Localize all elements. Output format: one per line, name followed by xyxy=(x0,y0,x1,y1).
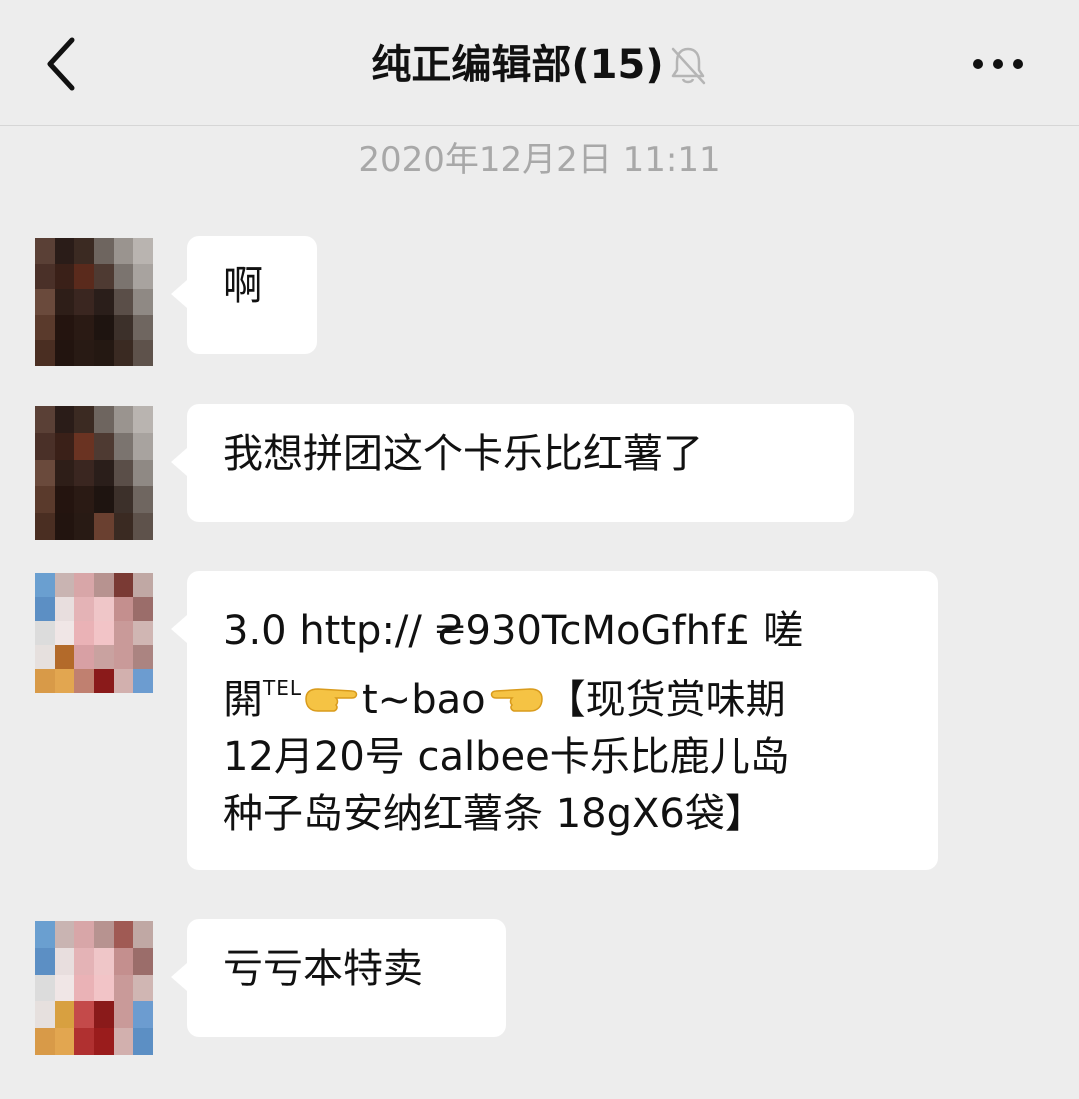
message-line: 3.0 http:// ₴930TcMoGfhf£ 嗟 xyxy=(223,608,804,654)
avatar[interactable] xyxy=(35,573,153,693)
bell-muted-icon xyxy=(671,47,705,85)
avatar[interactable] xyxy=(35,406,153,540)
more-options-button[interactable] xyxy=(966,44,1030,84)
avatar[interactable] xyxy=(35,238,153,366)
message-fragment: 閞 xyxy=(223,677,263,723)
member-count: (15) xyxy=(571,42,664,88)
avatar-image xyxy=(35,406,153,540)
avatar[interactable] xyxy=(35,921,153,1055)
message-bubble[interactable]: 亏亏本特卖 xyxy=(171,919,506,1037)
message-fragment: t~bao xyxy=(362,677,486,723)
message-line: 种子岛安纳红薯条 18gX6袋】 xyxy=(223,791,765,837)
avatar-image xyxy=(35,238,153,366)
message-bubble[interactable]: 我想拼团这个卡乐比红薯了 xyxy=(171,404,854,522)
avatar-image xyxy=(35,921,153,1055)
message-bubble[interactable]: 啊 xyxy=(171,236,317,354)
chat-title: 纯正编辑部 xyxy=(371,42,572,88)
message-text: 亏亏本特卖 xyxy=(223,946,423,992)
pointing-left-hand-icon xyxy=(490,688,543,712)
avatar-image xyxy=(35,573,153,693)
message-text: 啊 xyxy=(223,263,263,309)
chat-title-area: 纯正编辑部(15) xyxy=(0,30,1079,98)
message-bubble[interactable]: 3.0 http:// ₴930TcMoGfhf£ 嗟 閞TEL t~bao 【… xyxy=(171,571,938,870)
pointing-right-hand-icon xyxy=(305,688,358,712)
tel-superscript: TEL xyxy=(263,676,302,700)
message-line: 閞TEL t~bao 【现货赏味期 xyxy=(223,660,902,729)
chat-header: 纯正编辑部(15) xyxy=(0,0,1079,126)
message-line: 12月20号 calbee卡乐比鹿儿岛 xyxy=(223,734,790,780)
more-dots-icon xyxy=(973,59,1023,69)
message-text: 我想拼团这个卡乐比红薯了 xyxy=(223,431,703,477)
message-fragment: 【现货赏味期 xyxy=(545,677,786,723)
chat-timestamp: 2020年12月2日 11:11 xyxy=(358,140,721,180)
